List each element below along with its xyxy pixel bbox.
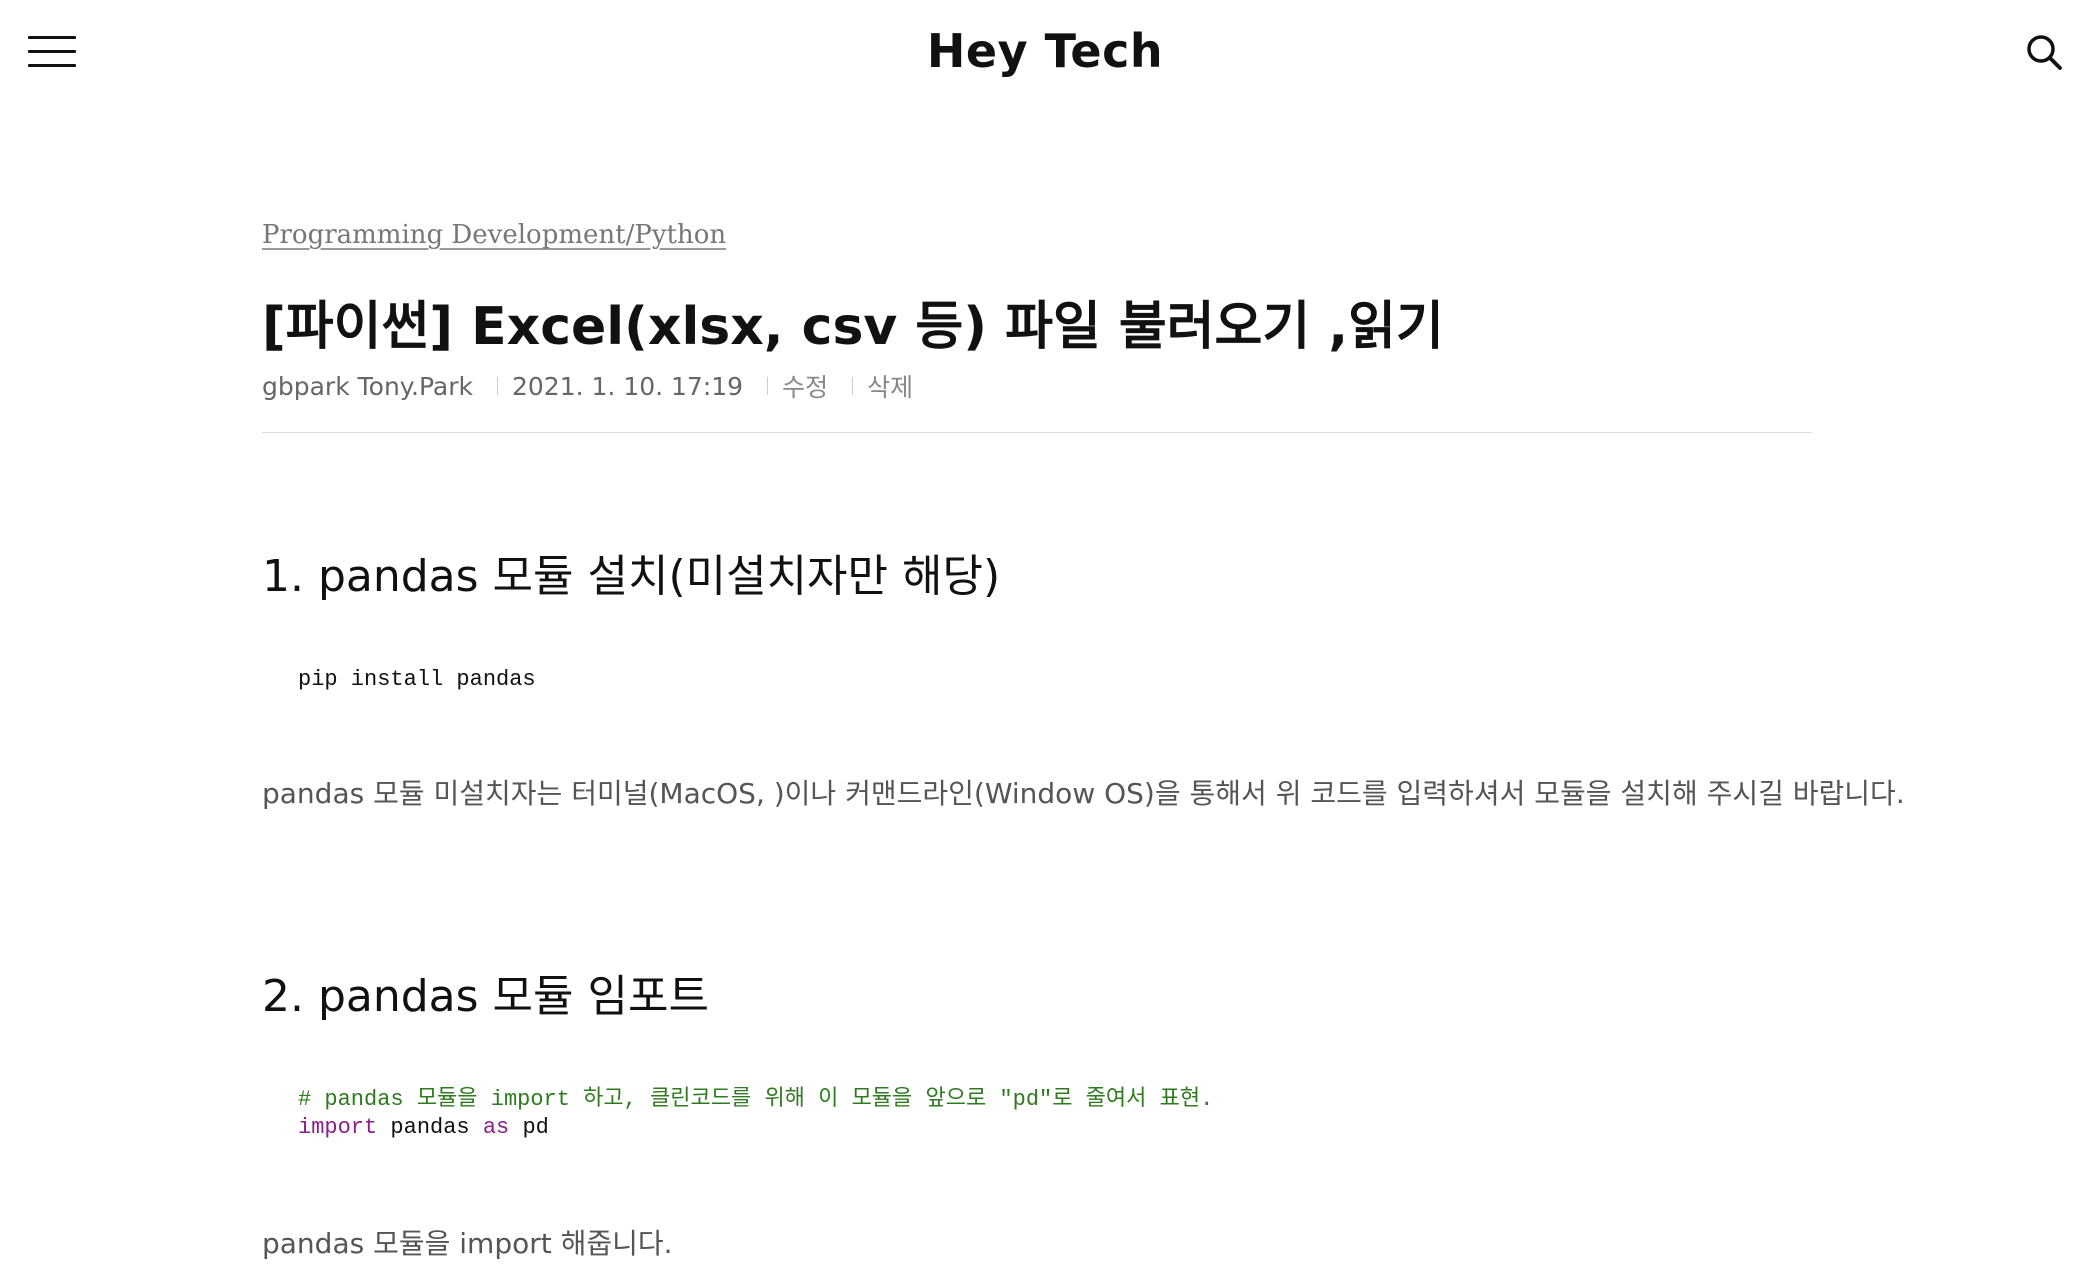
search-icon[interactable]	[2024, 32, 2066, 74]
code-line: pip install pandas	[298, 667, 536, 692]
post-title: [파이썬] Excel(xlsx, csv 등) 파일 불러오기 ,읽기	[262, 297, 1444, 357]
code-keyword: import	[298, 1115, 378, 1140]
delete-link[interactable]: 삭제	[867, 368, 913, 404]
code-keyword: as	[482, 1115, 510, 1140]
category-link[interactable]: Programming Development/Python	[262, 220, 726, 250]
section-heading: 1. pandas 모듈 설치(미설치자만 해당)	[262, 551, 1001, 602]
code-block: # pandas 모듈을 import 하고, 클린코드를 위해 이 모듈을 앞…	[298, 1086, 1213, 1142]
header-divider	[262, 432, 1812, 433]
edit-link[interactable]: 수정	[782, 368, 828, 404]
code-block: pip install pandas	[298, 666, 536, 694]
author: gbpark Tony.Park	[262, 371, 473, 401]
meta-separator	[767, 377, 769, 395]
section-heading: 2. pandas 모듈 임포트	[262, 971, 709, 1022]
page: Hey Tech Programming Development/Python …	[0, 0, 2090, 1280]
meta-separator	[852, 377, 854, 395]
code-comment: # pandas 모듈을 import 하고, 클린코드를 위해 이 모듈을 앞…	[298, 1087, 1214, 1112]
code-text: pd	[509, 1115, 549, 1140]
code-text: pandas	[377, 1115, 483, 1140]
post-date: 2021. 1. 10. 17:19	[512, 371, 744, 401]
paragraph: pandas 모듈 미설치자는 터미널(MacOS, )이나 커맨드라인(Win…	[262, 777, 1905, 810]
paragraph: pandas 모듈을 import 해줍니다.	[262, 1227, 673, 1260]
post-meta: gbpark Tony.Park 2021. 1. 10. 17:19 수정 삭…	[262, 368, 913, 404]
search-icon-svg	[2027, 35, 2062, 70]
site-title[interactable]: Hey Tech	[0, 24, 2090, 78]
meta-separator	[497, 377, 498, 395]
